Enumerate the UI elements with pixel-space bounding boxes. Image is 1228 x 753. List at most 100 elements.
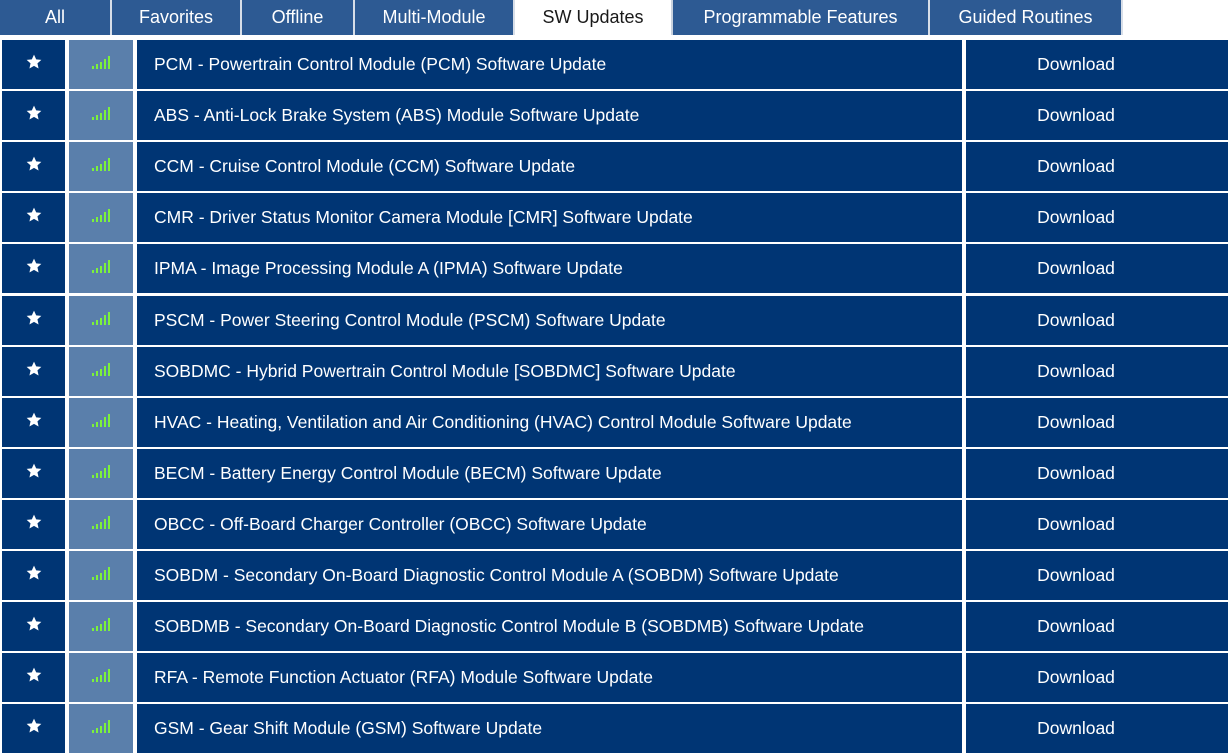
module-update-name[interactable]: CCM - Cruise Control Module (CCM) Softwa… bbox=[137, 142, 962, 192]
tab-favorites[interactable]: Favorites bbox=[112, 0, 242, 35]
download-button[interactable]: Download bbox=[966, 346, 1228, 396]
star-icon bbox=[25, 513, 43, 536]
favorite-star-button[interactable] bbox=[2, 244, 65, 294]
module-update-name[interactable]: SOBDMC - Hybrid Powertrain Control Modul… bbox=[137, 346, 962, 396]
favorite-star-button[interactable] bbox=[2, 142, 65, 192]
download-button[interactable]: Download bbox=[966, 193, 1228, 243]
star-icon bbox=[25, 564, 43, 587]
download-label: Download bbox=[1037, 54, 1115, 74]
favorite-star-button[interactable] bbox=[2, 40, 65, 89]
table-row: CMR - Driver Status Monitor Camera Modul… bbox=[0, 193, 1228, 243]
star-icon bbox=[25, 104, 43, 127]
table-row: BECM - Battery Energy Control Module (BE… bbox=[0, 448, 1228, 498]
star-icon bbox=[25, 360, 43, 383]
favorite-star-button[interactable] bbox=[2, 346, 65, 396]
table-row: CCM - Cruise Control Module (CCM) Softwa… bbox=[0, 142, 1228, 192]
download-button[interactable]: Download bbox=[966, 499, 1228, 549]
module-update-name[interactable]: BECM - Battery Energy Control Module (BE… bbox=[137, 448, 962, 498]
signal-cell bbox=[69, 448, 133, 498]
module-update-name[interactable]: PCM - Powertrain Control Module (PCM) So… bbox=[137, 40, 962, 89]
signal-strength-icon bbox=[91, 718, 111, 739]
signal-strength-icon bbox=[91, 667, 111, 688]
download-label: Download bbox=[1037, 462, 1115, 483]
table-row: IPMA - Image Processing Module A (IPMA) … bbox=[0, 244, 1228, 294]
download-button[interactable]: Download bbox=[966, 551, 1228, 600]
favorite-star-button[interactable] bbox=[2, 91, 65, 141]
download-button[interactable]: Download bbox=[966, 142, 1228, 192]
signal-strength-icon bbox=[91, 463, 111, 484]
table-row: PCM - Powertrain Control Module (PCM) So… bbox=[0, 40, 1228, 89]
tab-multi-module[interactable]: Multi-Module bbox=[355, 0, 515, 35]
download-button[interactable]: Download bbox=[966, 602, 1228, 652]
signal-strength-icon bbox=[91, 616, 111, 637]
signal-cell bbox=[69, 40, 133, 89]
favorite-star-button[interactable] bbox=[2, 295, 65, 345]
download-label: Download bbox=[1037, 105, 1115, 126]
table-row: GSM - Gear Shift Module (GSM) Software U… bbox=[0, 704, 1228, 753]
star-icon bbox=[25, 462, 43, 485]
download-button[interactable]: Download bbox=[966, 40, 1228, 89]
signal-strength-icon bbox=[91, 54, 111, 75]
signal-strength-icon bbox=[91, 310, 111, 331]
module-update-name[interactable]: PSCM - Power Steering Control Module (PS… bbox=[137, 295, 962, 345]
download-button[interactable]: Download bbox=[966, 244, 1228, 294]
table-row: RFA - Remote Function Actuator (RFA) Mod… bbox=[0, 653, 1228, 703]
download-button[interactable]: Download bbox=[966, 397, 1228, 447]
download-label: Download bbox=[1037, 258, 1115, 279]
module-update-name[interactable]: SOBDM - Secondary On-Board Diagnostic Co… bbox=[137, 551, 962, 600]
star-icon bbox=[25, 309, 43, 332]
table-row: SOBDMC - Hybrid Powertrain Control Modul… bbox=[0, 346, 1228, 396]
download-label: Download bbox=[1037, 513, 1115, 534]
module-update-name[interactable]: IPMA - Image Processing Module A (IPMA) … bbox=[137, 244, 962, 294]
table-row: ABS - Anti-Lock Brake System (ABS) Modul… bbox=[0, 91, 1228, 141]
star-icon bbox=[25, 155, 43, 178]
signal-strength-icon bbox=[91, 207, 111, 228]
tab-guided-routines[interactable]: Guided Routines bbox=[930, 0, 1123, 35]
favorite-star-button[interactable] bbox=[2, 448, 65, 498]
download-button[interactable]: Download bbox=[966, 653, 1228, 703]
module-update-name[interactable]: GSM - Gear Shift Module (GSM) Software U… bbox=[137, 704, 962, 753]
favorite-star-button[interactable] bbox=[2, 602, 65, 652]
signal-cell bbox=[69, 244, 133, 294]
download-label: Download bbox=[1037, 616, 1115, 637]
module-update-name[interactable]: HVAC - Heating, Ventilation and Air Cond… bbox=[137, 397, 962, 447]
star-icon bbox=[25, 666, 43, 689]
tab-programmable-features[interactable]: Programmable Features bbox=[673, 0, 930, 35]
favorite-star-button[interactable] bbox=[2, 499, 65, 549]
table-row: OBCC - Off-Board Charger Controller (OBC… bbox=[0, 499, 1228, 549]
favorite-star-button[interactable] bbox=[2, 653, 65, 703]
tab-bar: All Favorites Offline Multi-Module SW Up… bbox=[0, 0, 1228, 36]
star-icon bbox=[25, 717, 43, 740]
star-icon bbox=[25, 615, 43, 638]
favorite-star-button[interactable] bbox=[2, 193, 65, 243]
star-icon bbox=[25, 257, 43, 280]
tab-sw-updates[interactable]: SW Updates bbox=[515, 0, 673, 35]
module-update-name[interactable]: OBCC - Off-Board Charger Controller (OBC… bbox=[137, 499, 962, 549]
signal-strength-icon bbox=[91, 412, 111, 433]
star-icon bbox=[25, 53, 43, 76]
module-update-name[interactable]: CMR - Driver Status Monitor Camera Modul… bbox=[137, 193, 962, 243]
download-label: Download bbox=[1037, 718, 1115, 739]
download-label: Download bbox=[1037, 667, 1115, 688]
signal-strength-icon bbox=[91, 105, 111, 126]
download-button[interactable]: Download bbox=[966, 704, 1228, 753]
module-update-name[interactable]: RFA - Remote Function Actuator (RFA) Mod… bbox=[137, 653, 962, 703]
tab-all[interactable]: All bbox=[0, 0, 112, 35]
tab-offline[interactable]: Offline bbox=[242, 0, 355, 35]
download-button[interactable]: Download bbox=[966, 91, 1228, 141]
download-button[interactable]: Download bbox=[966, 295, 1228, 345]
download-label: Download bbox=[1037, 207, 1115, 228]
favorite-star-button[interactable] bbox=[2, 551, 65, 600]
favorite-star-button[interactable] bbox=[2, 704, 65, 753]
download-button[interactable]: Download bbox=[966, 448, 1228, 498]
module-update-name[interactable]: ABS - Anti-Lock Brake System (ABS) Modul… bbox=[137, 91, 962, 141]
download-label: Download bbox=[1037, 360, 1115, 381]
module-update-name[interactable]: SOBDMB - Secondary On-Board Diagnostic C… bbox=[137, 602, 962, 652]
download-label: Download bbox=[1037, 411, 1115, 432]
signal-strength-icon bbox=[91, 361, 111, 382]
signal-cell bbox=[69, 91, 133, 141]
signal-cell bbox=[69, 397, 133, 447]
signal-cell bbox=[69, 499, 133, 549]
signal-cell bbox=[69, 704, 133, 753]
favorite-star-button[interactable] bbox=[2, 397, 65, 447]
